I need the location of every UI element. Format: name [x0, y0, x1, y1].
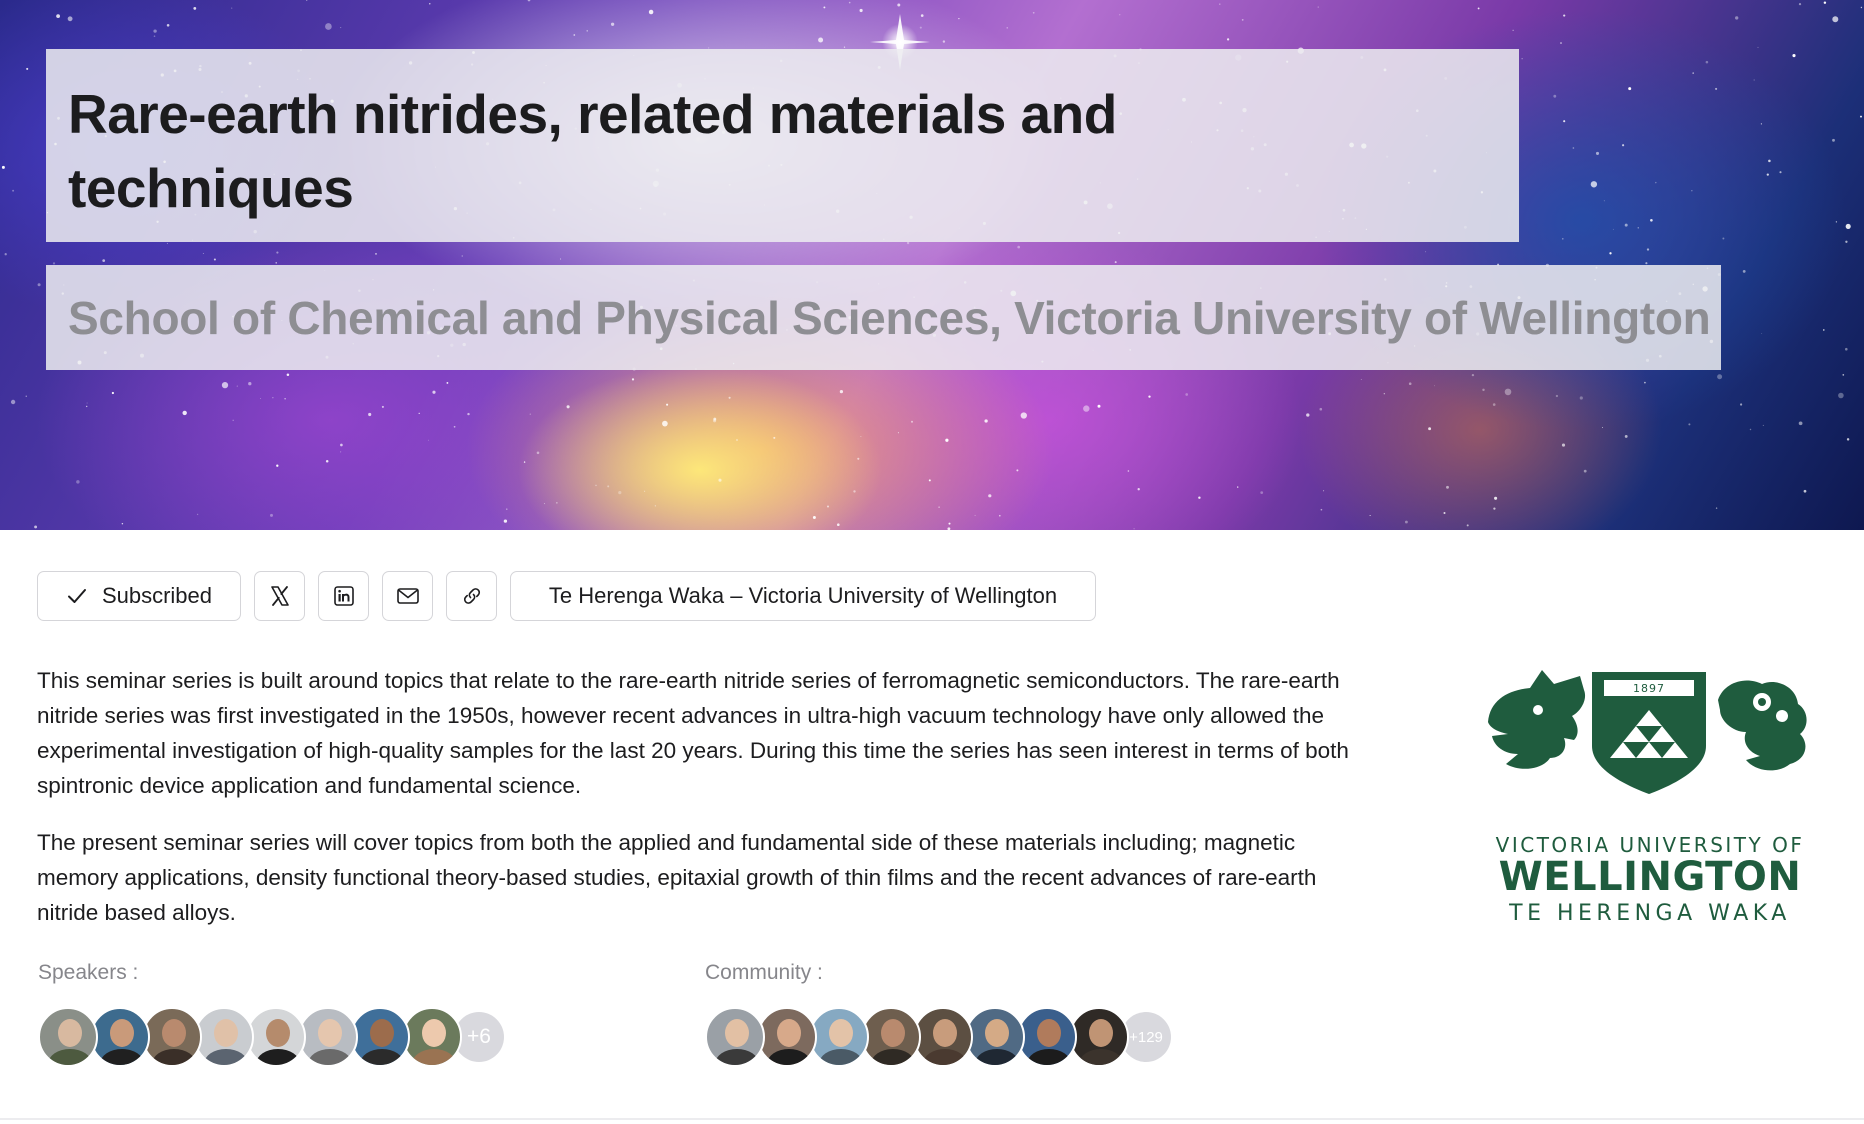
- speakers-heading: Speakers :: [38, 961, 139, 984]
- description-paragraph-1: This seminar series is built around topi…: [37, 668, 1349, 798]
- avatar[interactable]: [90, 1007, 150, 1067]
- title-panel: Rare-earth nitrides, related materials a…: [46, 49, 1519, 242]
- avatar[interactable]: [1069, 1007, 1129, 1067]
- avatar[interactable]: [350, 1007, 410, 1067]
- community-label: Community: [705, 961, 812, 984]
- avatar[interactable]: [194, 1007, 254, 1067]
- section-divider: [0, 1118, 1864, 1120]
- share-email-button[interactable]: [382, 571, 433, 621]
- page-subtitle: School of Chemical and Physical Sciences…: [68, 292, 1711, 344]
- avatar[interactable]: [757, 1007, 817, 1067]
- x-icon: [270, 586, 289, 606]
- hero-banner: Rare-earth nitrides, related materials a…: [0, 0, 1864, 530]
- avatar[interactable]: [705, 1007, 765, 1067]
- subtitle-panel: School of Chemical and Physical Sciences…: [46, 265, 1721, 370]
- share-linkedin-button[interactable]: [318, 571, 369, 621]
- avatar[interactable]: [298, 1007, 358, 1067]
- logo-year: 1897: [1633, 682, 1665, 695]
- avatar[interactable]: [402, 1007, 462, 1067]
- page-title: Rare-earth nitrides, related materials a…: [68, 83, 1117, 219]
- envelope-icon: [396, 588, 419, 604]
- community-avatar-group[interactable]: +129: [705, 1007, 1171, 1067]
- share-x-button[interactable]: [254, 571, 305, 621]
- logo-line-2: WELLINGTON: [1499, 854, 1802, 900]
- avatar[interactable]: [246, 1007, 306, 1067]
- avatar[interactable]: [861, 1007, 921, 1067]
- avatar[interactable]: [913, 1007, 973, 1067]
- avatar[interactable]: [142, 1007, 202, 1067]
- avatar[interactable]: [965, 1007, 1025, 1067]
- community-heading: Community :: [705, 961, 823, 984]
- subscribed-button[interactable]: Subscribed: [37, 571, 241, 621]
- link-icon: [463, 588, 480, 604]
- avatar[interactable]: [809, 1007, 869, 1067]
- organization-button[interactable]: Te Herenga Waka – Victoria University of…: [510, 571, 1096, 621]
- organization-label: Te Herenga Waka – Victoria University of…: [548, 583, 1058, 608]
- series-description: This seminar series is built around topi…: [37, 663, 1377, 930]
- university-logo: 1897 VICTORIA UNIVERSITY OF WELLINGTON T…: [1488, 670, 1807, 926]
- speakers-label: Speakers: [38, 961, 127, 984]
- logo-line-3: TE HERENGA WAKA: [1508, 901, 1791, 926]
- copy-link-button[interactable]: [446, 571, 497, 621]
- speakers-avatar-group[interactable]: +6: [38, 1007, 504, 1067]
- description-paragraph-2: The present seminar series will cover to…: [37, 830, 1317, 925]
- linkedin-icon: [333, 586, 354, 606]
- avatar[interactable]: [38, 1007, 98, 1067]
- avatar[interactable]: [1017, 1007, 1077, 1067]
- subscribed-label: Subscribed: [101, 583, 213, 608]
- action-bar: Subscribed Te Herenga Waka – Victoria Un…: [37, 571, 1096, 621]
- checkmark-icon: [67, 589, 86, 603]
